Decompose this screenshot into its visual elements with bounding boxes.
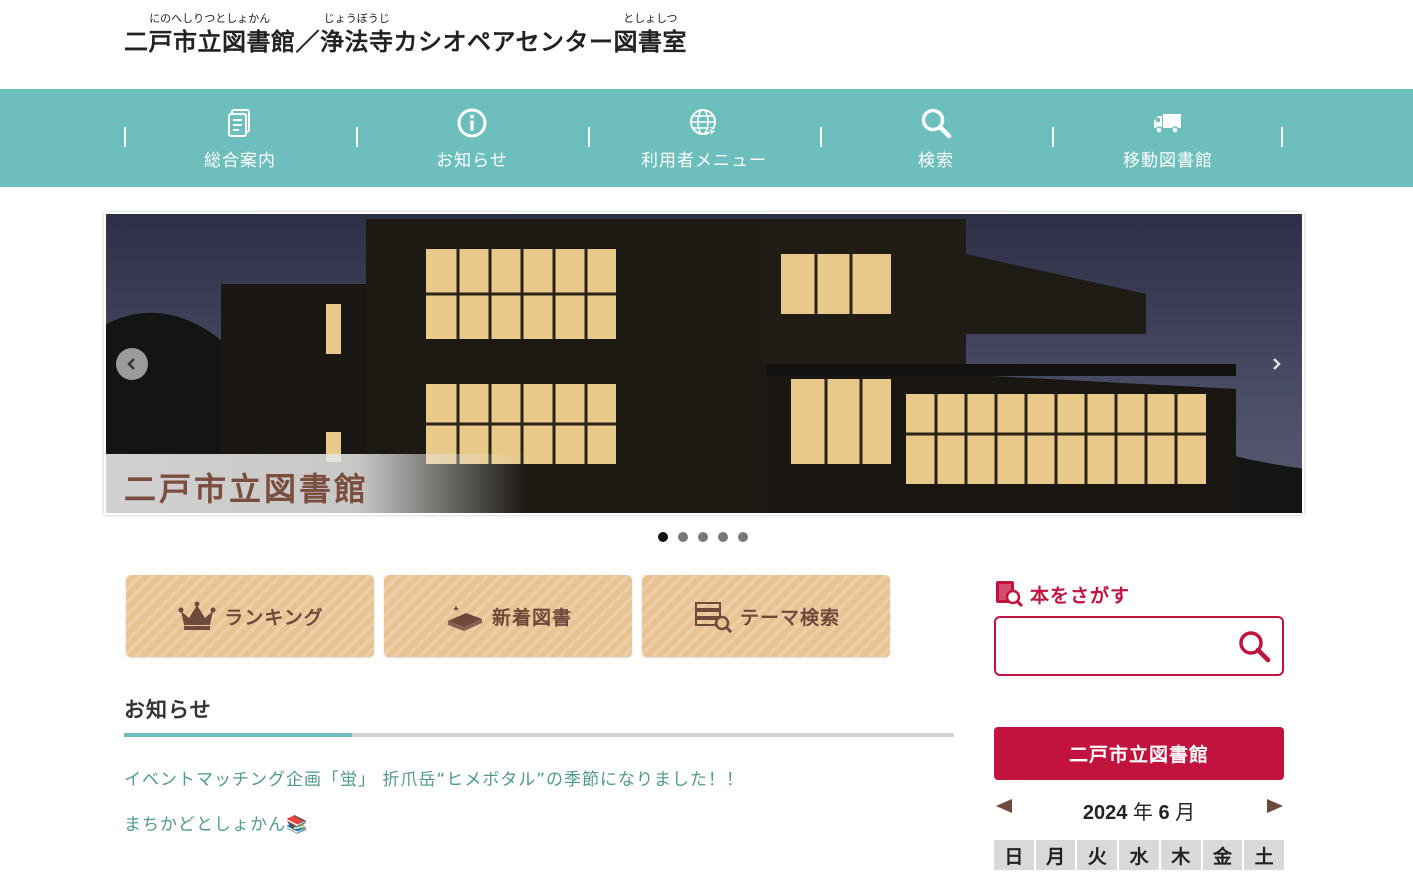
book-search-box	[994, 616, 1284, 676]
new-books-button[interactable]: 新着図書	[384, 575, 632, 657]
book-search-title: 本をさがす	[994, 578, 1130, 608]
chevron-left-icon	[127, 358, 135, 370]
title-segment-room: としょしつ 図書室	[614, 12, 688, 59]
calendar-weekday: 金	[1202, 840, 1243, 870]
book-search-input[interactable]	[1006, 628, 1226, 664]
nav-item-user-menu[interactable]: 利用者メニュー	[588, 89, 820, 187]
theme-search-button[interactable]: テーマ検索	[642, 575, 890, 657]
book-search-label: 本をさがす	[1030, 585, 1131, 607]
calendar-weekday: 日	[994, 840, 1034, 870]
calendar-year: 2024	[1082, 802, 1128, 824]
title-ruby: じょうぼうじ	[323, 12, 390, 25]
nav-label: 利用者メニュー	[641, 150, 767, 171]
new-books-label: 新着図書	[491, 606, 572, 629]
news-item-link[interactable]: イベントマッチング企画「蛍」 折爪岳“ヒメボタル”の季節になりました！！	[124, 765, 744, 790]
title-text: カシオペアセンター	[393, 28, 614, 56]
title-segment-johoji: じょうぼうじ 浄法寺	[320, 12, 394, 59]
nav-item-mobile-library[interactable]: 移動図書館	[1052, 89, 1284, 187]
news-divider-accent	[124, 733, 352, 737]
calendar-weekday: 木	[1160, 840, 1201, 870]
slider-next-button[interactable]	[1260, 348, 1292, 380]
nav-label: 移動図書館	[1123, 150, 1213, 171]
theme-search-label: テーマ検索	[739, 606, 840, 629]
crown-icon	[178, 601, 216, 630]
calendar-prev-button[interactable]	[994, 796, 1014, 816]
title-text: 図書室	[613, 28, 688, 56]
news-item-link[interactable]: まちかどとしょかん📚	[124, 810, 308, 835]
search-button[interactable]	[1236, 628, 1272, 664]
slider-prev-button[interactable]	[116, 348, 148, 380]
info-icon	[457, 108, 487, 137]
book-search-icon	[694, 602, 733, 633]
title-segment-center: カシオペアセンター	[394, 12, 614, 59]
slider-dot[interactable]	[658, 532, 668, 542]
calendar-weekday-header: 日 月 火 水 木 金 土	[994, 840, 1285, 870]
truck-icon	[1154, 113, 1181, 134]
nav-label: 検索	[918, 150, 954, 171]
slider-dots	[658, 532, 748, 542]
new-book-icon	[447, 605, 482, 631]
calendar-weekday: 月	[1035, 840, 1076, 870]
calendar-next-button[interactable]	[1265, 796, 1285, 816]
calendar-month-unit: 月	[1175, 802, 1196, 824]
search-icon	[921, 108, 952, 138]
news-divider	[124, 733, 954, 737]
title-segment-slash: ／	[296, 12, 321, 59]
hero-slider: 二戸市立図書館	[104, 212, 1304, 515]
calendar-year-unit: 年	[1132, 802, 1153, 824]
calendar-weekday: 火	[1077, 840, 1118, 870]
ranking-button[interactable]: ランキング	[126, 575, 374, 657]
calendar-weekday: 土	[1244, 840, 1285, 870]
slider-dot[interactable]	[738, 532, 748, 542]
title-ruby: としょしつ	[623, 12, 678, 25]
slider-dot[interactable]	[718, 532, 728, 542]
title-text: ／	[295, 28, 320, 56]
main-nav: 総合案内 お知らせ 利用者メニュー 検索 移動図書館	[0, 89, 1413, 187]
nav-item-general-info[interactable]: 総合案内	[124, 89, 356, 187]
title-segment-library: にのへしりつとしょかん 二戸市立図書館	[124, 12, 296, 59]
slider-dot[interactable]	[678, 532, 688, 542]
calendar-title: 2024 年 6 月	[994, 796, 1284, 825]
slide-caption-text: 二戸市立図書館	[124, 470, 370, 508]
site-title[interactable]: にのへしりつとしょかん 二戸市立図書館 ／ じょうぼうじ 浄法寺 カシオペアセン…	[124, 12, 687, 59]
news-heading: お知らせ	[124, 698, 212, 722]
nav-label: お知らせ	[436, 150, 508, 171]
nav-item-news[interactable]: お知らせ	[356, 89, 588, 187]
calendar-weekday: 水	[1119, 840, 1159, 870]
title-text: 浄法寺	[320, 28, 394, 56]
library-calendar-button[interactable]: 二戸市立図書館	[994, 727, 1284, 780]
nav-item-search[interactable]: 検索	[820, 89, 1052, 187]
site-header: にのへしりつとしょかん 二戸市立図書館 ／ じょうぼうじ 浄法寺 カシオペアセン…	[0, 0, 1413, 89]
calendar-month: 6	[1158, 802, 1170, 824]
ranking-label: ランキング	[224, 606, 324, 629]
chevron-right-icon	[1273, 358, 1281, 370]
globe-icon	[690, 108, 719, 139]
slide-caption: 二戸市立図書館	[106, 454, 526, 513]
nav-label: 総合案内	[204, 150, 276, 171]
book-search-icon	[996, 581, 1024, 608]
document-icon	[228, 108, 250, 137]
title-ruby: にのへしりつとしょかん	[149, 12, 271, 25]
slider-dot[interactable]	[698, 532, 708, 542]
title-text: 二戸市立図書館	[124, 28, 296, 56]
